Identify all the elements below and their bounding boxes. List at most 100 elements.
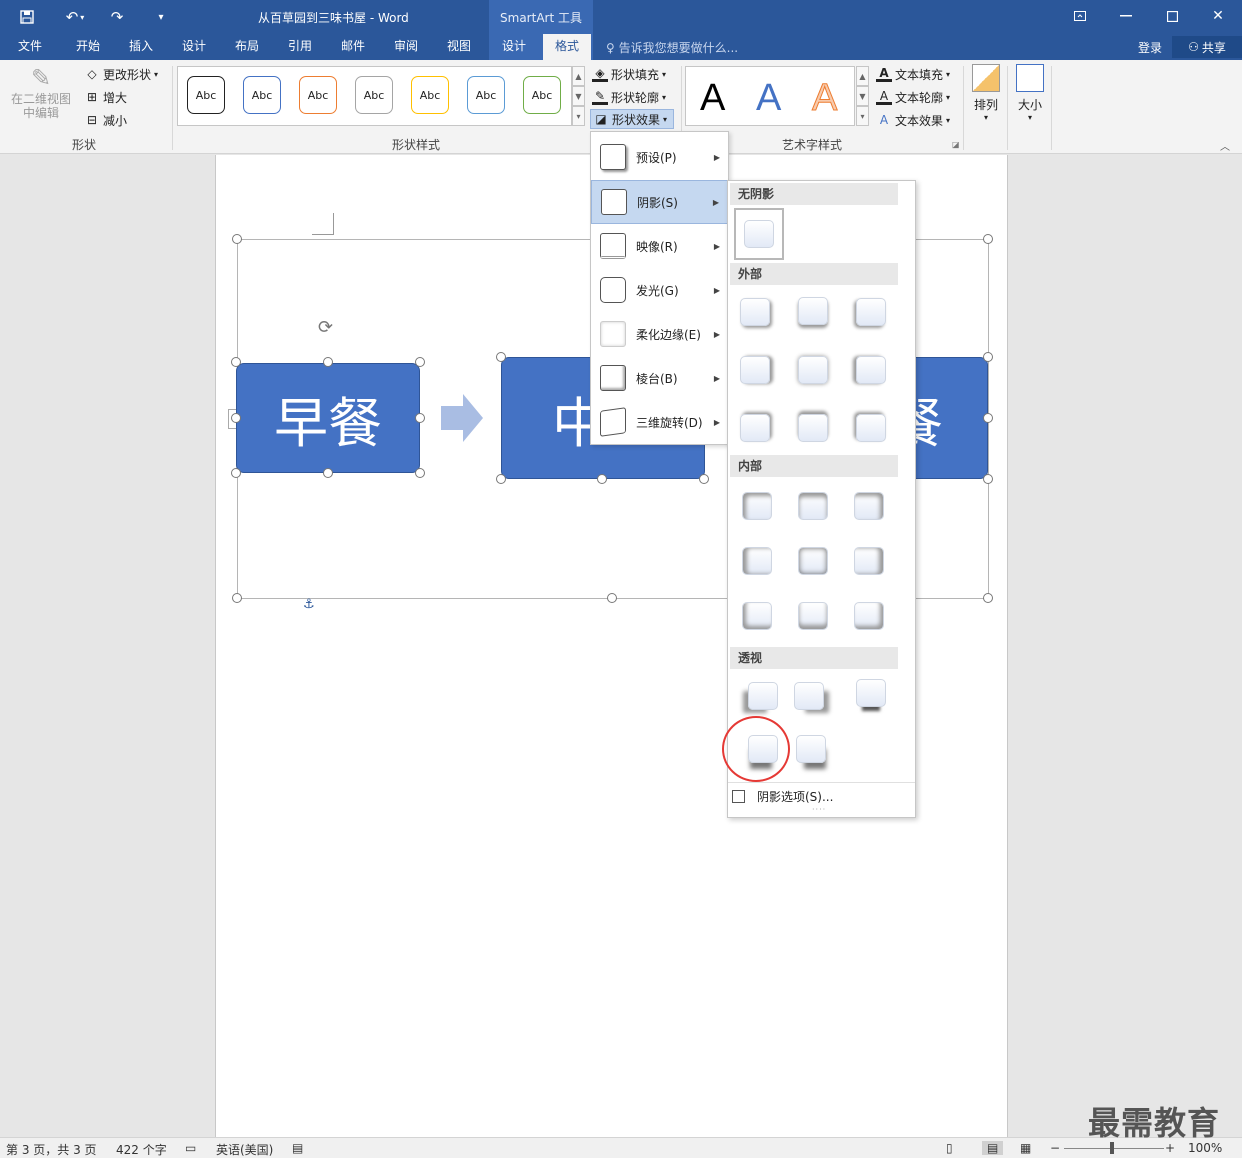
- resize-handle[interactable]: [231, 357, 241, 367]
- shape-effects-button[interactable]: ◪ 形状效果 ▾: [590, 109, 675, 129]
- smartart-node-breakfast[interactable]: 早餐: [236, 363, 420, 473]
- shadow-outer-5[interactable]: [798, 356, 828, 384]
- shape-fill-button[interactable]: ◈ 形状填充 ▾: [592, 64, 666, 84]
- text-outline-button[interactable]: A 文本轮廓 ▾: [876, 87, 950, 107]
- shape-style-3[interactable]: Abc: [299, 76, 337, 114]
- change-shape-button[interactable]: ◇ 更改形状 ▾: [84, 64, 158, 84]
- redo-icon[interactable]: ↷: [106, 6, 128, 28]
- shape-style-7[interactable]: Abc: [523, 76, 561, 114]
- shape-style-6[interactable]: Abc: [467, 76, 505, 114]
- resize-handle[interactable]: [983, 352, 993, 362]
- wordart-style-orange[interactable]: A: [811, 77, 837, 120]
- shadow-inner-2[interactable]: [798, 492, 828, 520]
- save-icon[interactable]: [16, 6, 38, 28]
- maximize-icon[interactable]: [1152, 4, 1192, 28]
- proofing-icon[interactable]: ▭: [185, 1141, 196, 1155]
- tell-me-search[interactable]: ♀ 告诉我您想要做什么...: [606, 39, 738, 56]
- shape-outline-button[interactable]: ✎ 形状轮廓 ▾: [592, 87, 666, 107]
- gallery-more[interactable]: ▾: [572, 106, 585, 126]
- resize-handle[interactable]: [231, 413, 241, 423]
- no-shadow-option[interactable]: [734, 208, 784, 260]
- arrange-button[interactable]: 排列 ▾: [968, 64, 1004, 122]
- tab-references[interactable]: 引用: [278, 34, 322, 60]
- gallery-scroll-up[interactable]: ▲: [572, 66, 585, 86]
- resize-handle[interactable]: [496, 474, 506, 484]
- menu-item-glow[interactable]: 发光(G) ▶: [591, 268, 728, 312]
- shadow-perspective-1[interactable]: [748, 682, 778, 710]
- tab-file[interactable]: 文件: [8, 34, 52, 60]
- menu-item-3d-rotation[interactable]: 三维旋转(D) ▶: [591, 400, 728, 444]
- wordart-scroll-down[interactable]: ▼: [856, 86, 869, 106]
- share-button[interactable]: ⚇ 共享: [1172, 36, 1242, 58]
- shadow-inner-6[interactable]: [854, 547, 884, 575]
- shadow-outer-6[interactable]: [856, 356, 886, 384]
- page-count[interactable]: 第 3 页，共 3 页: [6, 1141, 97, 1158]
- undo-icon[interactable]: ↶ ▾: [60, 6, 90, 28]
- resize-handle[interactable]: [232, 593, 242, 603]
- tab-view[interactable]: 视图: [437, 34, 481, 60]
- resize-handle[interactable]: [607, 593, 617, 603]
- shadow-options-button[interactable]: 阴影选项(S)...: [732, 788, 833, 805]
- text-effects-button[interactable]: A 文本效果 ▾: [876, 110, 950, 130]
- tab-review[interactable]: 审阅: [384, 34, 428, 60]
- shadow-outer-7[interactable]: [740, 414, 770, 442]
- resize-handle[interactable]: [597, 474, 607, 484]
- tab-smartart-design[interactable]: 设计: [493, 34, 535, 60]
- resize-handle[interactable]: [415, 413, 425, 423]
- minimize-icon[interactable]: [1106, 4, 1146, 28]
- resize-handle[interactable]: [415, 357, 425, 367]
- resize-handle[interactable]: [323, 468, 333, 478]
- resize-handle[interactable]: [231, 468, 241, 478]
- resize-handle[interactable]: [983, 593, 993, 603]
- menu-item-shadow[interactable]: 阴影(S) ▶: [591, 180, 728, 224]
- login-link[interactable]: 登录: [1138, 39, 1162, 56]
- collapse-ribbon-icon[interactable]: ︿: [1220, 138, 1230, 153]
- shadow-inner-7[interactable]: [742, 602, 772, 630]
- tab-design[interactable]: 设计: [172, 34, 216, 60]
- shadow-outer-4[interactable]: [740, 356, 770, 384]
- shape-style-2[interactable]: Abc: [243, 76, 281, 114]
- menu-item-bevel[interactable]: 棱台(B) ▶: [591, 356, 728, 400]
- restore-ribbon-icon[interactable]: [1060, 4, 1100, 28]
- resize-handle[interactable]: [415, 468, 425, 478]
- dialog-launcher-icon[interactable]: ◪: [952, 140, 960, 149]
- close-icon[interactable]: ✕: [1198, 4, 1238, 28]
- shadow-inner-1[interactable]: [742, 492, 772, 520]
- resize-grip-icon[interactable]: ····: [812, 805, 826, 814]
- shadow-inner-8[interactable]: [798, 602, 828, 630]
- zoom-out-icon[interactable]: −: [1050, 1141, 1060, 1155]
- tab-home[interactable]: 开始: [66, 34, 110, 60]
- resize-handle[interactable]: [983, 234, 993, 244]
- tab-mailings[interactable]: 邮件: [331, 34, 375, 60]
- word-count[interactable]: 422 个字: [116, 1141, 167, 1158]
- menu-item-soft-edges[interactable]: 柔化边缘(E) ▶: [591, 312, 728, 356]
- shadow-outer-8[interactable]: [798, 414, 828, 442]
- shadow-outer-2[interactable]: [798, 297, 828, 325]
- shadow-inner-3[interactable]: [854, 492, 884, 520]
- wordart-style-black[interactable]: A: [700, 77, 725, 120]
- gallery-scroll-down[interactable]: ▼: [572, 86, 585, 106]
- shadow-inner-5[interactable]: [798, 547, 828, 575]
- shadow-inner-4[interactable]: [742, 547, 772, 575]
- macro-icon[interactable]: ▤: [292, 1141, 303, 1155]
- resize-handle[interactable]: [983, 413, 993, 423]
- zoom-slider[interactable]: [1064, 1148, 1164, 1149]
- shadow-inner-9[interactable]: [854, 602, 884, 630]
- shadow-perspective-3[interactable]: [856, 679, 886, 707]
- text-fill-button[interactable]: A 文本填充 ▾: [876, 64, 950, 84]
- print-layout-icon[interactable]: ▤: [982, 1141, 1004, 1155]
- customize-qat-icon[interactable]: ▾: [150, 6, 172, 28]
- wordart-scroll-up[interactable]: ▲: [856, 66, 869, 86]
- shadow-perspective-2[interactable]: [794, 682, 824, 710]
- smaller-button[interactable]: ⊟ 减小: [84, 110, 127, 130]
- rotate-handle-icon[interactable]: ⟳: [318, 317, 333, 338]
- shape-style-5[interactable]: Abc: [411, 76, 449, 114]
- tab-insert[interactable]: 插入: [119, 34, 163, 60]
- resize-handle[interactable]: [496, 352, 506, 362]
- shadow-outer-9[interactable]: [856, 414, 886, 442]
- tab-format[interactable]: 格式: [543, 34, 591, 60]
- wordart-style-blue[interactable]: A: [756, 77, 781, 120]
- edit-in-2d-button[interactable]: ✎ 在二维视图中编辑: [6, 64, 76, 120]
- resize-handle[interactable]: [983, 474, 993, 484]
- menu-item-reflection[interactable]: 映像(R) ▶: [591, 224, 728, 268]
